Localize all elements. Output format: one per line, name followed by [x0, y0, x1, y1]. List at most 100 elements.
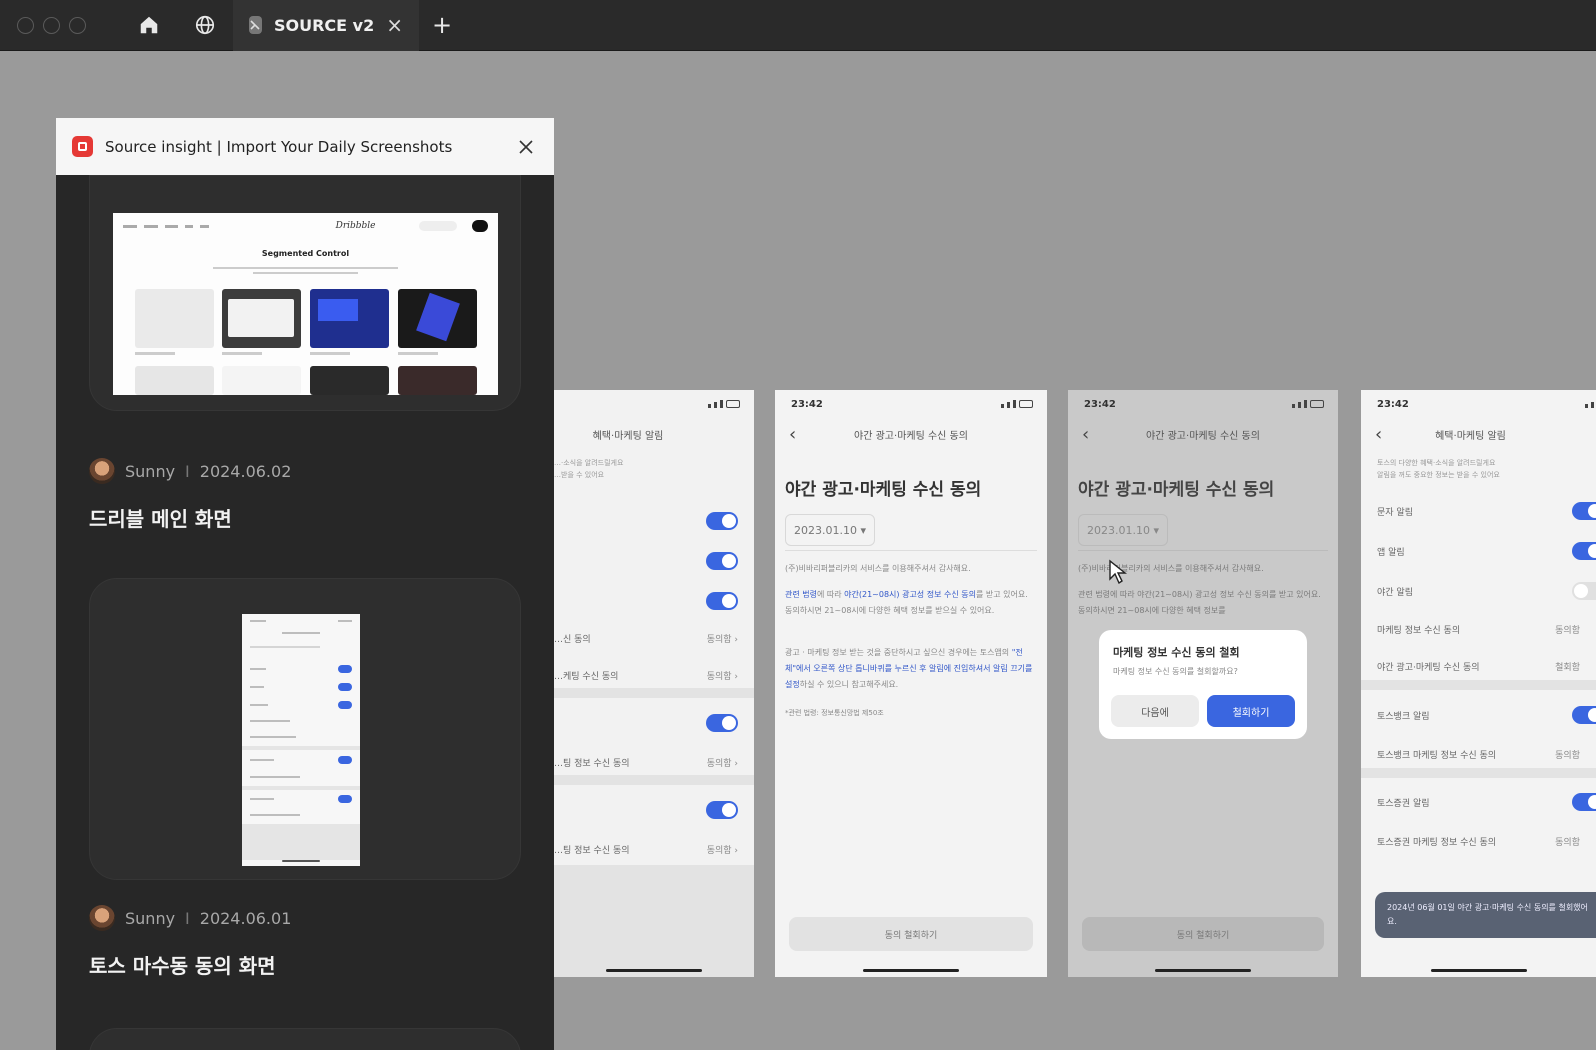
shot-tile — [135, 289, 214, 348]
list-item[interactable]: 앱 알림 — [1361, 532, 1596, 570]
close-window-button[interactable] — [17, 16, 34, 34]
list-item[interactable]: 문자 알림 — [1361, 492, 1596, 530]
law-link[interactable]: 관련 법령 — [785, 590, 817, 599]
browser-titlebar: SOURCE v2 × + — [0, 0, 1596, 51]
toggle-switch[interactable] — [706, 714, 738, 732]
close-icon — [519, 139, 533, 154]
list-item[interactable]: 토스증권 알림 — [1361, 783, 1596, 821]
tab-source-v2[interactable]: SOURCE v2 × — [233, 0, 419, 51]
maximize-window-button[interactable] — [69, 16, 86, 34]
home-indicator — [606, 969, 702, 972]
shot-tile — [310, 289, 389, 348]
toggle-switch[interactable] — [706, 592, 738, 610]
panel-header: Source insight | Import Your Daily Scree… — [56, 118, 554, 175]
status-time: 23:42 — [1377, 399, 1409, 410]
window-controls — [17, 16, 121, 34]
list-item[interactable]: 토스증권 마케팅 정보 수신 동의 동의함 — [1361, 822, 1596, 860]
home-icon — [140, 16, 158, 34]
panel-title: Source insight | Import Your Daily Scree… — [105, 137, 453, 156]
post-meta: Sunny I 2024.06.01 — [89, 905, 291, 931]
list-item[interactable]: …신 동의 동의함 › — [554, 619, 754, 657]
dialog-cancel-button[interactable]: 다음에 — [1111, 695, 1199, 727]
post-title[interactable]: 토스 마수동 동의 화면 — [89, 950, 276, 979]
tab-favicon-icon — [249, 16, 262, 34]
list-item[interactable]: 마케팅 정보 수신 동의 동의함 — [1361, 610, 1596, 648]
dribbble-logo: Dribbble — [335, 221, 376, 231]
nav-title: 야간 광고·마케팅 수신 동의 — [1146, 431, 1260, 442]
tab-label: SOURCE v2 — [273, 15, 375, 35]
consent-text: 관련 법령에 따라 야간(21~08시) 광고성 정보 수신 동의를 받고 있어… — [1078, 590, 1321, 615]
toggle-switch[interactable] — [706, 801, 738, 819]
toggle-switch[interactable] — [1572, 793, 1596, 811]
phone-screen-notifications-partial[interactable]: 혜택·마케팅 알림 …·소식을 알려드릴게요 …받을 수 있어요 …신 동의 동의… — [554, 390, 754, 977]
page-heading: 야간 광고·마케팅 수신 동의 — [785, 480, 982, 500]
status-icons — [1585, 400, 1596, 408]
toggle-switch[interactable] — [1572, 502, 1596, 520]
home-indicator — [1155, 969, 1251, 972]
withdraw-confirm-dialog: 마케팅 정보 수신 동의 철회 마케팅 정보 수신 동의를 철회할까요? 다음에… — [1099, 630, 1307, 739]
footnote: *관련 법령: 정보통신망법 제50조 — [785, 709, 884, 717]
nav-title: 혜택·마케팅 알림 — [1435, 431, 1506, 442]
withdraw-toast: 2024년 06월 01일 야간 광고·마케팅 수신 동의를 철회했어요. — [1375, 892, 1596, 938]
dialog-title: 마케팅 정보 수신 동의 철회 — [1113, 646, 1240, 659]
thumb-heading: Segmented Control — [261, 249, 350, 258]
source-insight-panel: Source insight | Import Your Daily Scree… — [56, 118, 554, 1050]
thumb-navbar: Dribbble — [113, 213, 498, 239]
list-item[interactable]: 야간 알림 — [1361, 572, 1596, 610]
withdraw-consent-button[interactable]: 동의 철회하기 — [1082, 917, 1324, 951]
post-thumbnail-toss[interactable] — [242, 614, 360, 866]
page-heading: 야간 광고·마케팅 수신 동의 — [1078, 480, 1275, 500]
post-card[interactable] — [89, 1028, 521, 1050]
home-button[interactable] — [121, 0, 177, 51]
toggle-switch[interactable] — [706, 512, 738, 530]
status-icons — [1292, 400, 1324, 408]
consent-text: 관련 법령에 따라 야간(21~08시) 광고성 정보 수신 동의를 받고 있어… — [785, 590, 1028, 615]
status-time: 23:42 — [1084, 399, 1116, 410]
toggle-switch[interactable] — [1572, 582, 1596, 600]
date-dropdown[interactable]: 2023.01.10 ▾ — [1078, 514, 1168, 546]
post-date: 2024.06.01 — [199, 908, 292, 928]
intro-text: (주)비바리퍼블리카의 서비스를 이용해주셔서 감사해요. — [785, 564, 971, 573]
status-icons — [708, 400, 740, 408]
avatar — [89, 905, 115, 931]
panel-close-button[interactable] — [514, 135, 538, 159]
status-icons — [1001, 400, 1033, 408]
shot-tile — [222, 289, 301, 348]
meta-separator: I — [185, 908, 190, 928]
toggle-switch[interactable] — [1572, 542, 1596, 560]
home-indicator — [863, 969, 959, 972]
post-date: 2024.06.02 — [199, 461, 292, 481]
date-dropdown[interactable]: 2023.01.10 ▾ — [785, 514, 875, 546]
post-author: Sunny — [125, 461, 176, 481]
post-thumbnail-dribbble[interactable]: Dribbble Segmented Control — [113, 213, 498, 395]
new-tab-button[interactable]: + — [419, 0, 465, 51]
nav-title: 혜택·마케팅 알림 — [592, 431, 664, 442]
phone-screen-night-consent[interactable]: 23:42 ‹ 야간 광고·마케팅 수신 동의 야간 광고·마케팅 수신 동의 … — [775, 390, 1047, 977]
optout-text: 광고 · 마케팅 정보 받는 것을 중단하시고 싶으신 경우에는 토스앱의 "전… — [785, 648, 1033, 689]
meta-separator: I — [185, 461, 190, 481]
globe-icon — [195, 15, 215, 35]
phone-screen-notifications[interactable]: 23:42 ‹ 혜택·마케팅 알림 토스의 다양한 혜택·소식을 알려드릴게요 … — [1361, 390, 1596, 977]
screen-description: …·소식을 알려드릴게요 …받을 수 있어요 — [554, 459, 624, 479]
source-logo-icon — [72, 136, 93, 157]
withdraw-consent-button[interactable]: 동의 철회하기 — [789, 917, 1033, 951]
status-time: 23:42 — [791, 399, 823, 410]
screen-description: 토스의 다양한 혜택·소식을 알려드릴게요 알림을 꺼도 중요한 정보는 받을 … — [1377, 459, 1500, 479]
post-title[interactable]: 드리블 메인 화면 — [89, 503, 232, 532]
mouse-cursor-icon — [1109, 559, 1127, 585]
toggle-switch[interactable] — [1572, 706, 1596, 724]
list-item[interactable]: 토스뱅크 알림 — [1361, 696, 1596, 734]
list-item[interactable]: …팅 정보 수신 동의 동의함 › — [554, 830, 754, 868]
globe-button[interactable] — [177, 0, 233, 51]
post-author: Sunny — [125, 908, 176, 928]
home-indicator — [1430, 969, 1527, 972]
post-meta: Sunny I 2024.06.02 — [89, 458, 291, 484]
dialog-confirm-button[interactable]: 철회하기 — [1207, 695, 1295, 727]
shot-tile — [398, 289, 477, 348]
tab-close-icon[interactable]: × — [386, 13, 403, 37]
toggle-switch[interactable] — [706, 552, 738, 570]
dialog-subtitle: 마케팅 정보 수신 동의를 철회할까요? — [1113, 667, 1238, 676]
minimize-window-button[interactable] — [43, 16, 60, 34]
avatar — [89, 458, 115, 484]
nav-title: 야간 광고·마케팅 수신 동의 — [854, 431, 968, 442]
